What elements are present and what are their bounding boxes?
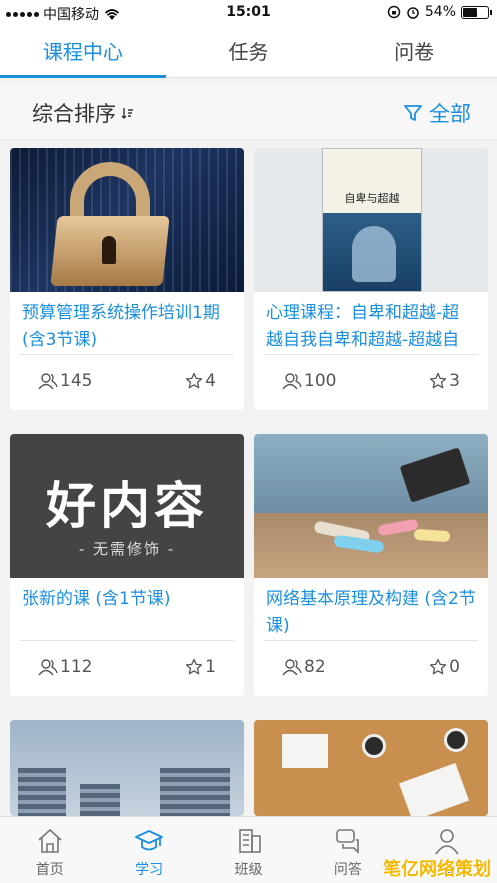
star-count: 1	[185, 657, 216, 677]
thumbnail-subline: - 无需修饰 -	[78, 540, 176, 558]
tab-questionnaire[interactable]: 问卷	[331, 26, 497, 77]
course-title: 张新的课 (含1节课)	[22, 589, 171, 609]
course-card[interactable]: 网络基本原理及构建 (含2节课) 82 0	[254, 434, 488, 696]
nav-class-label: 班级	[234, 862, 263, 878]
nav-qa-label: 问答	[333, 862, 362, 878]
people-icon	[282, 659, 302, 676]
chat-bubbles-icon	[336, 829, 359, 854]
person-icon	[435, 829, 459, 855]
course-thumbnail: 好内容 - 无需修饰 -	[10, 434, 244, 578]
rotation-lock-icon	[387, 5, 401, 19]
star-count: 3	[429, 371, 460, 391]
graduation-cap-icon	[135, 830, 164, 851]
course-thumbnail	[10, 148, 244, 292]
tab-course-center[interactable]: 课程中心	[0, 26, 166, 78]
star-count-value: 0	[449, 657, 460, 677]
course-card[interactable]: 好内容 - 无需修饰 - 张新的课 (含1节课) 112 1	[10, 434, 244, 696]
learner-count: 112	[38, 657, 92, 677]
star-icon	[430, 372, 447, 389]
nav-home[interactable]: 首页	[0, 817, 99, 883]
sort-icon	[121, 108, 133, 119]
learner-count-value: 145	[60, 371, 93, 391]
course-card[interactable]: 预算管理系统操作培训1期 (含3节课) 145 4	[10, 148, 244, 410]
status-bar: 中国移动 15:01 54%	[0, 0, 497, 26]
nav-class[interactable]: 班级	[199, 817, 298, 883]
star-count-value: 4	[205, 371, 216, 391]
battery-icon	[461, 5, 492, 19]
star-icon	[186, 372, 203, 389]
course-thumbnail	[254, 434, 488, 578]
people-icon	[38, 659, 58, 676]
course-thumbnail	[254, 720, 488, 816]
learner-count: 100	[282, 371, 336, 391]
people-icon	[38, 373, 58, 390]
star-icon	[186, 658, 203, 675]
alarm-icon	[407, 7, 419, 19]
battery-percent: 54%	[424, 4, 456, 20]
learner-count: 82	[282, 657, 326, 677]
star-icon	[430, 658, 447, 675]
star-count: 0	[429, 657, 460, 677]
course-title: 网络基本原理及构建 (含2节课)	[266, 589, 476, 636]
course-thumbnail	[10, 720, 244, 816]
course-card[interactable]	[254, 720, 488, 816]
nav-study[interactable]: 学习	[99, 817, 198, 883]
people-icon	[282, 373, 302, 390]
nav-home-label: 首页	[35, 862, 64, 878]
course-title: 预算管理系统操作培训1期 (含3节课)	[22, 303, 220, 350]
learner-count-value: 100	[304, 371, 337, 391]
learner-count-value: 112	[60, 657, 93, 677]
star-count-value: 1	[205, 657, 216, 677]
status-right: 54%	[387, 4, 492, 20]
thumbnail-headline: 好内容	[46, 476, 208, 535]
nav-study-label: 学习	[135, 862, 164, 878]
tab-tasks[interactable]: 任务	[166, 26, 332, 77]
sort-dropdown[interactable]: 综合排序	[32, 98, 134, 128]
course-thumbnail: 自卑与超越	[254, 148, 488, 292]
course-title: 心理课程：自卑和超越-超越自我自卑和超越-超越自	[266, 303, 460, 350]
course-card[interactable]: 自卑与超越 心理课程：自卑和超越-超越自我自卑和超越-超越自 100 3	[254, 148, 488, 410]
book-cover-title: 自卑与超越	[344, 192, 400, 205]
filter-button[interactable]: 全部	[403, 98, 471, 128]
top-tabs: 课程中心 任务 问卷	[0, 26, 497, 78]
building-icon	[238, 829, 261, 853]
filter-label: 全部	[429, 102, 471, 126]
sort-label: 综合排序	[32, 102, 116, 126]
filter-icon	[404, 105, 422, 121]
watermark: 笔亿网络策划	[383, 859, 491, 880]
learner-count-value: 82	[304, 657, 326, 677]
sort-bar: 综合排序 全部	[0, 84, 497, 140]
learner-count: 145	[38, 371, 92, 391]
star-count: 4	[185, 371, 216, 391]
course-card[interactable]	[10, 720, 244, 816]
star-count-value: 3	[449, 371, 460, 391]
home-icon	[38, 828, 62, 853]
